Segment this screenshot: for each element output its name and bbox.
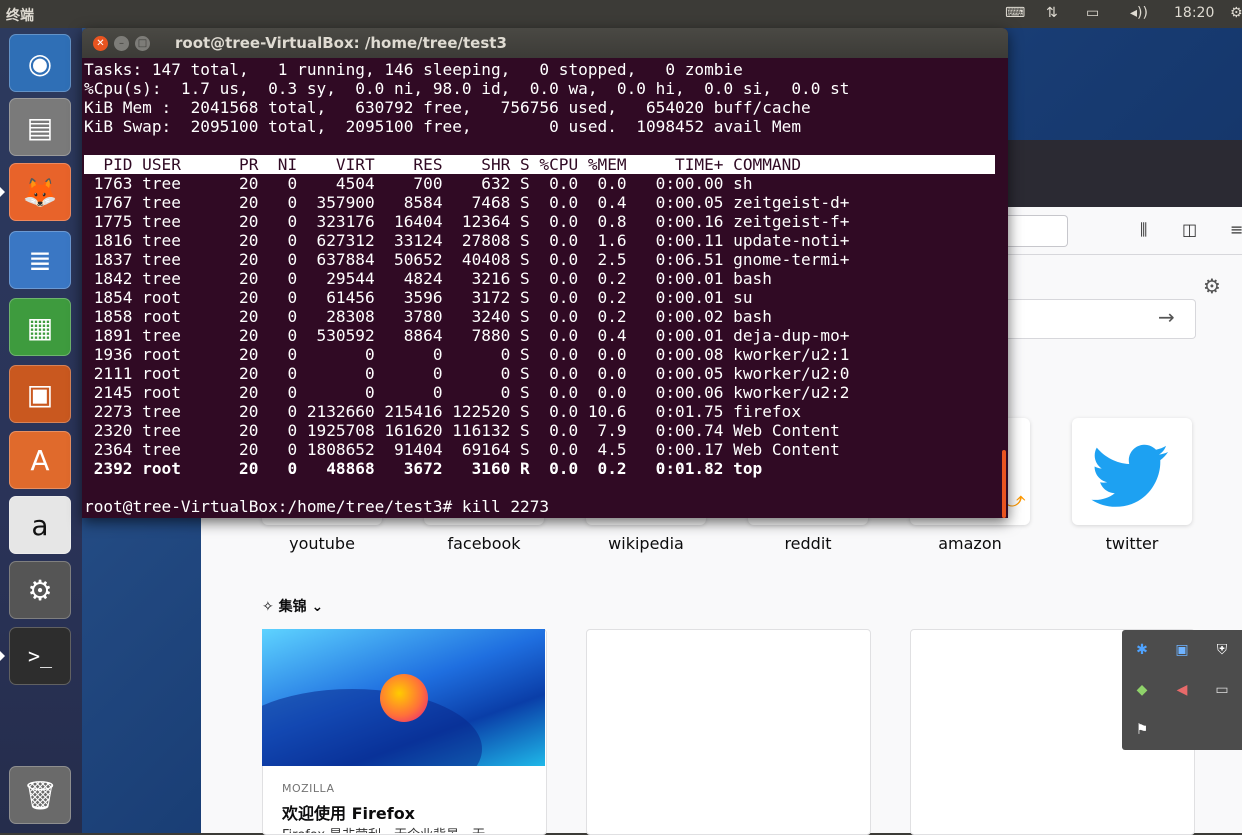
launcher-software-icon[interactable]: A xyxy=(9,431,71,489)
card-image xyxy=(262,629,545,766)
launcher-settings-icon[interactable]: ⚙ xyxy=(9,561,71,619)
launcher-impress-icon[interactable]: ▣ xyxy=(9,365,71,423)
shell-prompt: root@tree-VirtualBox:/home/tree/test3# k… xyxy=(84,497,550,516)
running-indicator xyxy=(0,651,5,661)
clock[interactable]: 18:20 xyxy=(1174,5,1214,21)
tray-popup: ✱ ▣ ⛨ ◆ ◀ ▭ ⚑ xyxy=(1122,630,1242,750)
sidebar-icon[interactable]: ◫ xyxy=(1182,220,1197,239)
site-label-wikipedia[interactable]: wikipedia xyxy=(576,534,716,553)
close-icon[interactable]: ✕ xyxy=(93,36,108,51)
top-panel: 终端 ⌨ ⇅ ▭ ◂)) 18:20 ⚙ xyxy=(0,0,1242,28)
pocket-card-2[interactable] xyxy=(586,629,871,835)
keyboard-icon[interactable]: ⌨ xyxy=(1005,5,1025,21)
tile-twitter[interactable] xyxy=(1072,418,1192,525)
maximize-icon[interactable]: □ xyxy=(135,36,150,51)
terminal-window[interactable]: ✕ – □ root@tree-VirtualBox: /home/tree/t… xyxy=(82,28,1008,518)
process-row: 1842 tree 20 0 29544 4824 3216 S 0.0 0.2… xyxy=(84,269,772,288)
site-label-amazon[interactable]: amazon xyxy=(900,534,1040,553)
process-row: 1837 tree 20 0 637884 50652 40408 S 0.0 … xyxy=(84,250,850,269)
process-row: 1767 tree 20 0 357900 8584 7468 S 0.0 0.… xyxy=(84,193,850,212)
gear-icon[interactable]: ⚙ xyxy=(1203,274,1221,298)
launcher-writer-icon[interactable]: ≣ xyxy=(9,231,71,289)
active-app-title: 终端 xyxy=(6,8,34,24)
network-tray-icon[interactable]: ✱ xyxy=(1134,642,1150,658)
process-row: 2111 root 20 0 0 0 0 S 0.0 0.0 0:00.05 k… xyxy=(84,364,850,383)
launcher-calc-icon[interactable]: ▦ xyxy=(9,298,71,356)
update-tray-icon[interactable]: ◆ xyxy=(1134,682,1150,698)
process-row: 1775 tree 20 0 323176 16404 12364 S 0.0 … xyxy=(84,212,850,231)
process-row: 2273 tree 20 0 2132660 215416 122520 S 0… xyxy=(84,402,802,421)
launcher-ubuntu-dash-icon[interactable]: ◉ xyxy=(9,34,71,92)
url-bar[interactable] xyxy=(1005,215,1068,247)
gear-icon[interactable]: ⚙ xyxy=(1230,5,1242,21)
display-tray-icon[interactable]: ▣ xyxy=(1174,642,1190,658)
network-icon[interactable]: ⇅ xyxy=(1046,5,1058,21)
firefox-logo-icon xyxy=(380,674,428,722)
flag-tray-icon[interactable]: ⚑ xyxy=(1134,722,1150,738)
card-title[interactable]: 欢迎使用 Firefox xyxy=(282,800,415,824)
site-label-reddit[interactable]: reddit xyxy=(738,534,878,553)
process-row: 1854 root 20 0 61456 3596 3172 S 0.0 0.2… xyxy=(84,288,753,307)
process-table-header: PID USER PR NI VIRT RES SHR S %CPU %MEM … xyxy=(84,155,995,174)
launcher: ◉ ▤ 🦊 ≣ ▦ ▣ Aa ⚙ >_ 🗑 xyxy=(0,28,82,833)
pocket-icon: ✧ xyxy=(262,599,274,615)
process-row: 1858 root 20 0 28308 3780 3240 S 0.0 0.2… xyxy=(84,307,772,326)
screen-tray-icon[interactable]: ▭ xyxy=(1214,682,1230,698)
top-summary-line: KiB Swap: 2095100 total, 2095100 free, 0… xyxy=(84,117,802,136)
launcher-amazon-icon[interactable]: a xyxy=(9,496,71,554)
process-row: 1936 root 20 0 0 0 0 S 0.0 0.0 0:00.08 k… xyxy=(84,345,850,364)
process-row: 1763 tree 20 0 4504 700 632 S 0.0 0.0 0:… xyxy=(84,174,753,193)
process-row: 2392 root 20 0 48868 3672 3160 R 0.0 0.2… xyxy=(84,459,763,478)
twitter-bird-icon xyxy=(1091,444,1169,507)
library-icon[interactable]: ⫼ xyxy=(1140,220,1147,240)
search-arrow-icon[interactable]: → xyxy=(1158,305,1175,329)
speaker-tray-icon[interactable]: ◀ xyxy=(1174,682,1190,698)
card-description: Firefox 是非营利，无企业背景，无 xyxy=(282,824,532,833)
launcher-terminal-icon[interactable]: >_ xyxy=(9,627,71,685)
battery-icon[interactable]: ▭ xyxy=(1086,5,1099,21)
volume-icon[interactable]: ◂)) xyxy=(1130,5,1148,21)
terminal-scrollbar[interactable] xyxy=(1002,450,1006,518)
firefox-tabbar xyxy=(1005,140,1242,208)
site-label-twitter[interactable]: twitter xyxy=(1062,534,1202,553)
process-row: 1891 tree 20 0 530592 8864 7880 S 0.0 0.… xyxy=(84,326,850,345)
chevron-down-icon[interactable]: ⌄ xyxy=(311,599,323,615)
card-source: MOZILLA xyxy=(282,782,335,795)
terminal-output[interactable]: Tasks: 147 total, 1 running, 146 sleepin… xyxy=(84,60,1006,516)
terminal-title: root@tree-VirtualBox: /home/tree/test3 xyxy=(175,34,507,52)
launcher-firefox-icon[interactable]: 🦊 xyxy=(9,163,71,221)
running-indicator xyxy=(0,187,5,197)
site-label-facebook[interactable]: facebook xyxy=(414,534,554,553)
launcher-trash-icon[interactable]: 🗑 xyxy=(9,766,71,824)
menu-icon[interactable]: ≡ xyxy=(1230,220,1242,239)
terminal-titlebar[interactable]: ✕ – □ root@tree-VirtualBox: /home/tree/t… xyxy=(82,28,1008,58)
process-row: 1816 tree 20 0 627312 33124 27808 S 0.0 … xyxy=(84,231,850,250)
site-label-youtube[interactable]: youtube xyxy=(252,534,392,553)
minimize-icon[interactable]: – xyxy=(114,36,129,51)
launcher-files-icon[interactable]: ▤ xyxy=(9,98,71,156)
process-row: 2320 tree 20 0 1925708 161620 116132 S 0… xyxy=(84,421,840,440)
top-summary-line: Tasks: 147 total, 1 running, 146 sleepin… xyxy=(84,60,743,79)
pocket-section-header[interactable]: ✧ 集锦 ⌄ xyxy=(262,596,323,616)
top-summary-line: KiB Mem : 2041568 total, 630792 free, 75… xyxy=(84,98,811,117)
pocket-label: 集锦 xyxy=(278,599,307,615)
top-summary-line: %Cpu(s): 1.7 us, 0.3 sy, 0.0 ni, 98.0 id… xyxy=(84,79,850,98)
process-row: 2145 root 20 0 0 0 0 S 0.0 0.0 0:00.06 k… xyxy=(84,383,850,402)
shield-icon[interactable]: ⛨ xyxy=(1214,642,1230,658)
process-row: 2364 tree 20 0 1808652 91404 69164 S 0.0… xyxy=(84,440,840,459)
